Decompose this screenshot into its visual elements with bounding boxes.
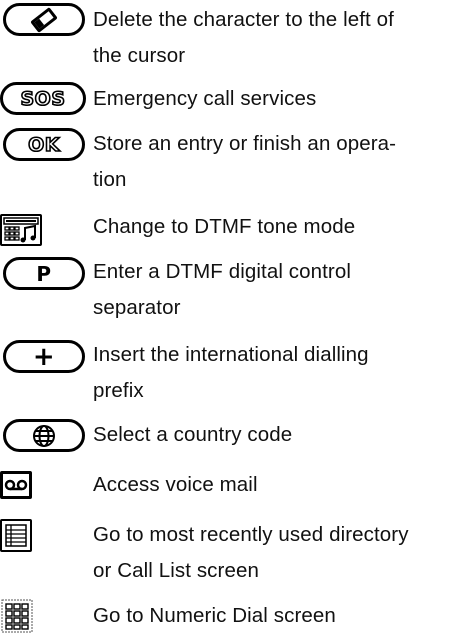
description-line: Store an entry or finish an opera- xyxy=(93,132,397,155)
description-line: Emergency call services xyxy=(93,87,317,110)
voicemail-icon xyxy=(0,471,32,499)
key-label: OK xyxy=(27,133,60,157)
description-line: Insert the international dialling xyxy=(93,343,369,366)
description-line: Go to Numeric Dial screen xyxy=(93,604,336,627)
key-label: SOS xyxy=(20,87,66,111)
sos-key-icon: SOS xyxy=(0,82,86,115)
description-line: tion xyxy=(93,168,127,191)
globe-key-icon xyxy=(3,419,85,452)
dtmf-tone-icon xyxy=(0,214,42,246)
description-line: prefix xyxy=(93,379,144,402)
p-key-icon: P xyxy=(3,257,85,290)
description-line: Delete the character to the left of xyxy=(93,8,394,31)
numeric-dial-icon xyxy=(1,599,33,633)
directory-list-icon xyxy=(0,519,32,552)
plus-key-icon: + xyxy=(3,340,85,373)
key-label: + xyxy=(32,341,56,372)
description-line: Select a country code xyxy=(93,423,293,446)
description-line: separator xyxy=(93,296,181,319)
description-line: Go to most recently used directory xyxy=(93,523,409,546)
description-line: the cursor xyxy=(93,44,186,67)
description-line: Change to DTMF tone mode xyxy=(93,215,356,238)
description-line: Access voice mail xyxy=(93,473,258,496)
ok-key-icon: OK xyxy=(3,128,85,161)
description-line: Enter a DTMF digital control xyxy=(93,260,351,283)
key-label: P xyxy=(36,261,52,286)
description-line: or Call List screen xyxy=(93,559,259,582)
backspace-key-icon xyxy=(3,3,85,36)
